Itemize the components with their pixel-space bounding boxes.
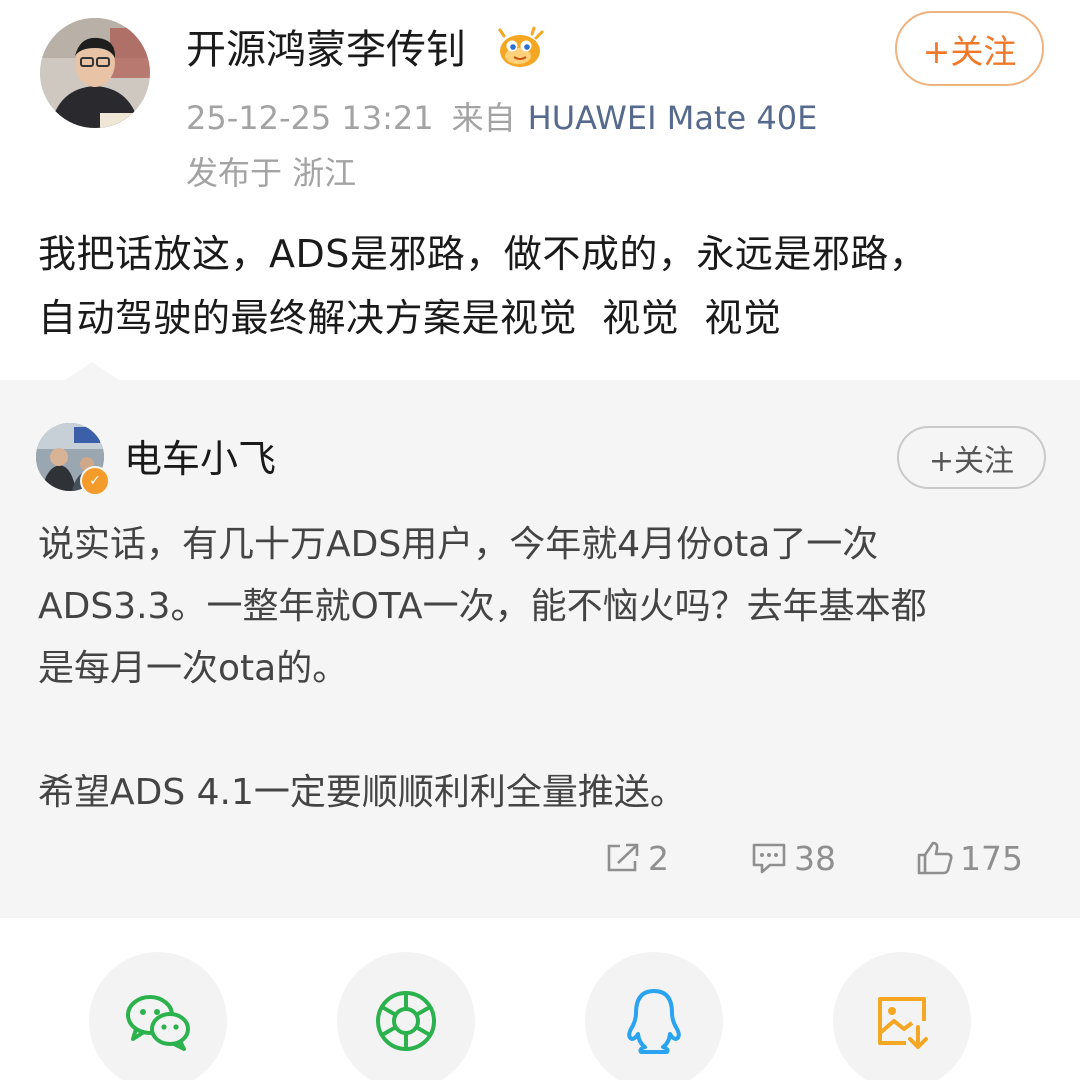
author-avatar-image	[40, 18, 150, 128]
author-name[interactable]: 开源鸿蒙李传钊	[186, 22, 466, 78]
device-link[interactable]: HUAWEI Mate 40E	[528, 99, 818, 137]
repost-notch	[62, 362, 122, 382]
repost-body-text: 说实话，有几十万ADS用户，今年就4月份ota了一次 ADS3.3。一整年就OT…	[38, 524, 927, 813]
repost-count: 2	[648, 838, 669, 878]
like-count: 175	[960, 838, 1023, 878]
post-meta: 25-12-25 13:21 来自 HUAWEI Mate 40E	[186, 95, 817, 141]
moments-icon	[376, 991, 436, 1051]
post-location: 发布于 浙江	[186, 154, 357, 192]
post-header: 开源鸿蒙李传钊 +关注 25-12-25 13:21 来自 HUAWEI Mate …	[0, 0, 1080, 210]
share-wechat-button[interactable]	[89, 952, 227, 1080]
repost-count-button[interactable]: 2	[604, 832, 669, 884]
repost-author-name[interactable]: 电车小飞	[124, 433, 276, 485]
share-moments-button[interactable]	[337, 952, 475, 1080]
comment-icon	[752, 843, 786, 874]
post-body-text: 我把话放这，ADS是邪路，做不成的，永远是邪路， 自动驾驶的最终解决方案是视觉 …	[38, 232, 928, 340]
verified-badge-icon: ✓	[80, 466, 110, 496]
fish-badge-icon	[498, 26, 544, 67]
comment-count-button[interactable]: 38	[750, 832, 836, 884]
source-prefix: 来自	[451, 99, 516, 137]
weibo-post-screen: 开源鸿蒙李传钊 +关注 25-12-25 13:21 来自 HUAWEI Mate …	[0, 0, 1080, 1080]
repost-follow-button[interactable]: +关注	[897, 426, 1046, 489]
like-count-button[interactable]: 175	[916, 832, 1023, 884]
save-image-button[interactable]	[833, 952, 971, 1080]
wechat-icon	[126, 995, 190, 1051]
follow-button[interactable]: +关注	[895, 11, 1044, 86]
post-timestamp: 25-12-25 13:21	[186, 99, 434, 137]
share-arrow-icon	[607, 843, 639, 872]
thumbs-up-icon	[917, 841, 953, 875]
share-qq-button[interactable]	[585, 952, 723, 1080]
comment-count: 38	[794, 838, 836, 878]
save-image-icon	[878, 997, 928, 1049]
author-avatar[interactable]	[40, 18, 150, 128]
qq-icon	[627, 989, 681, 1054]
